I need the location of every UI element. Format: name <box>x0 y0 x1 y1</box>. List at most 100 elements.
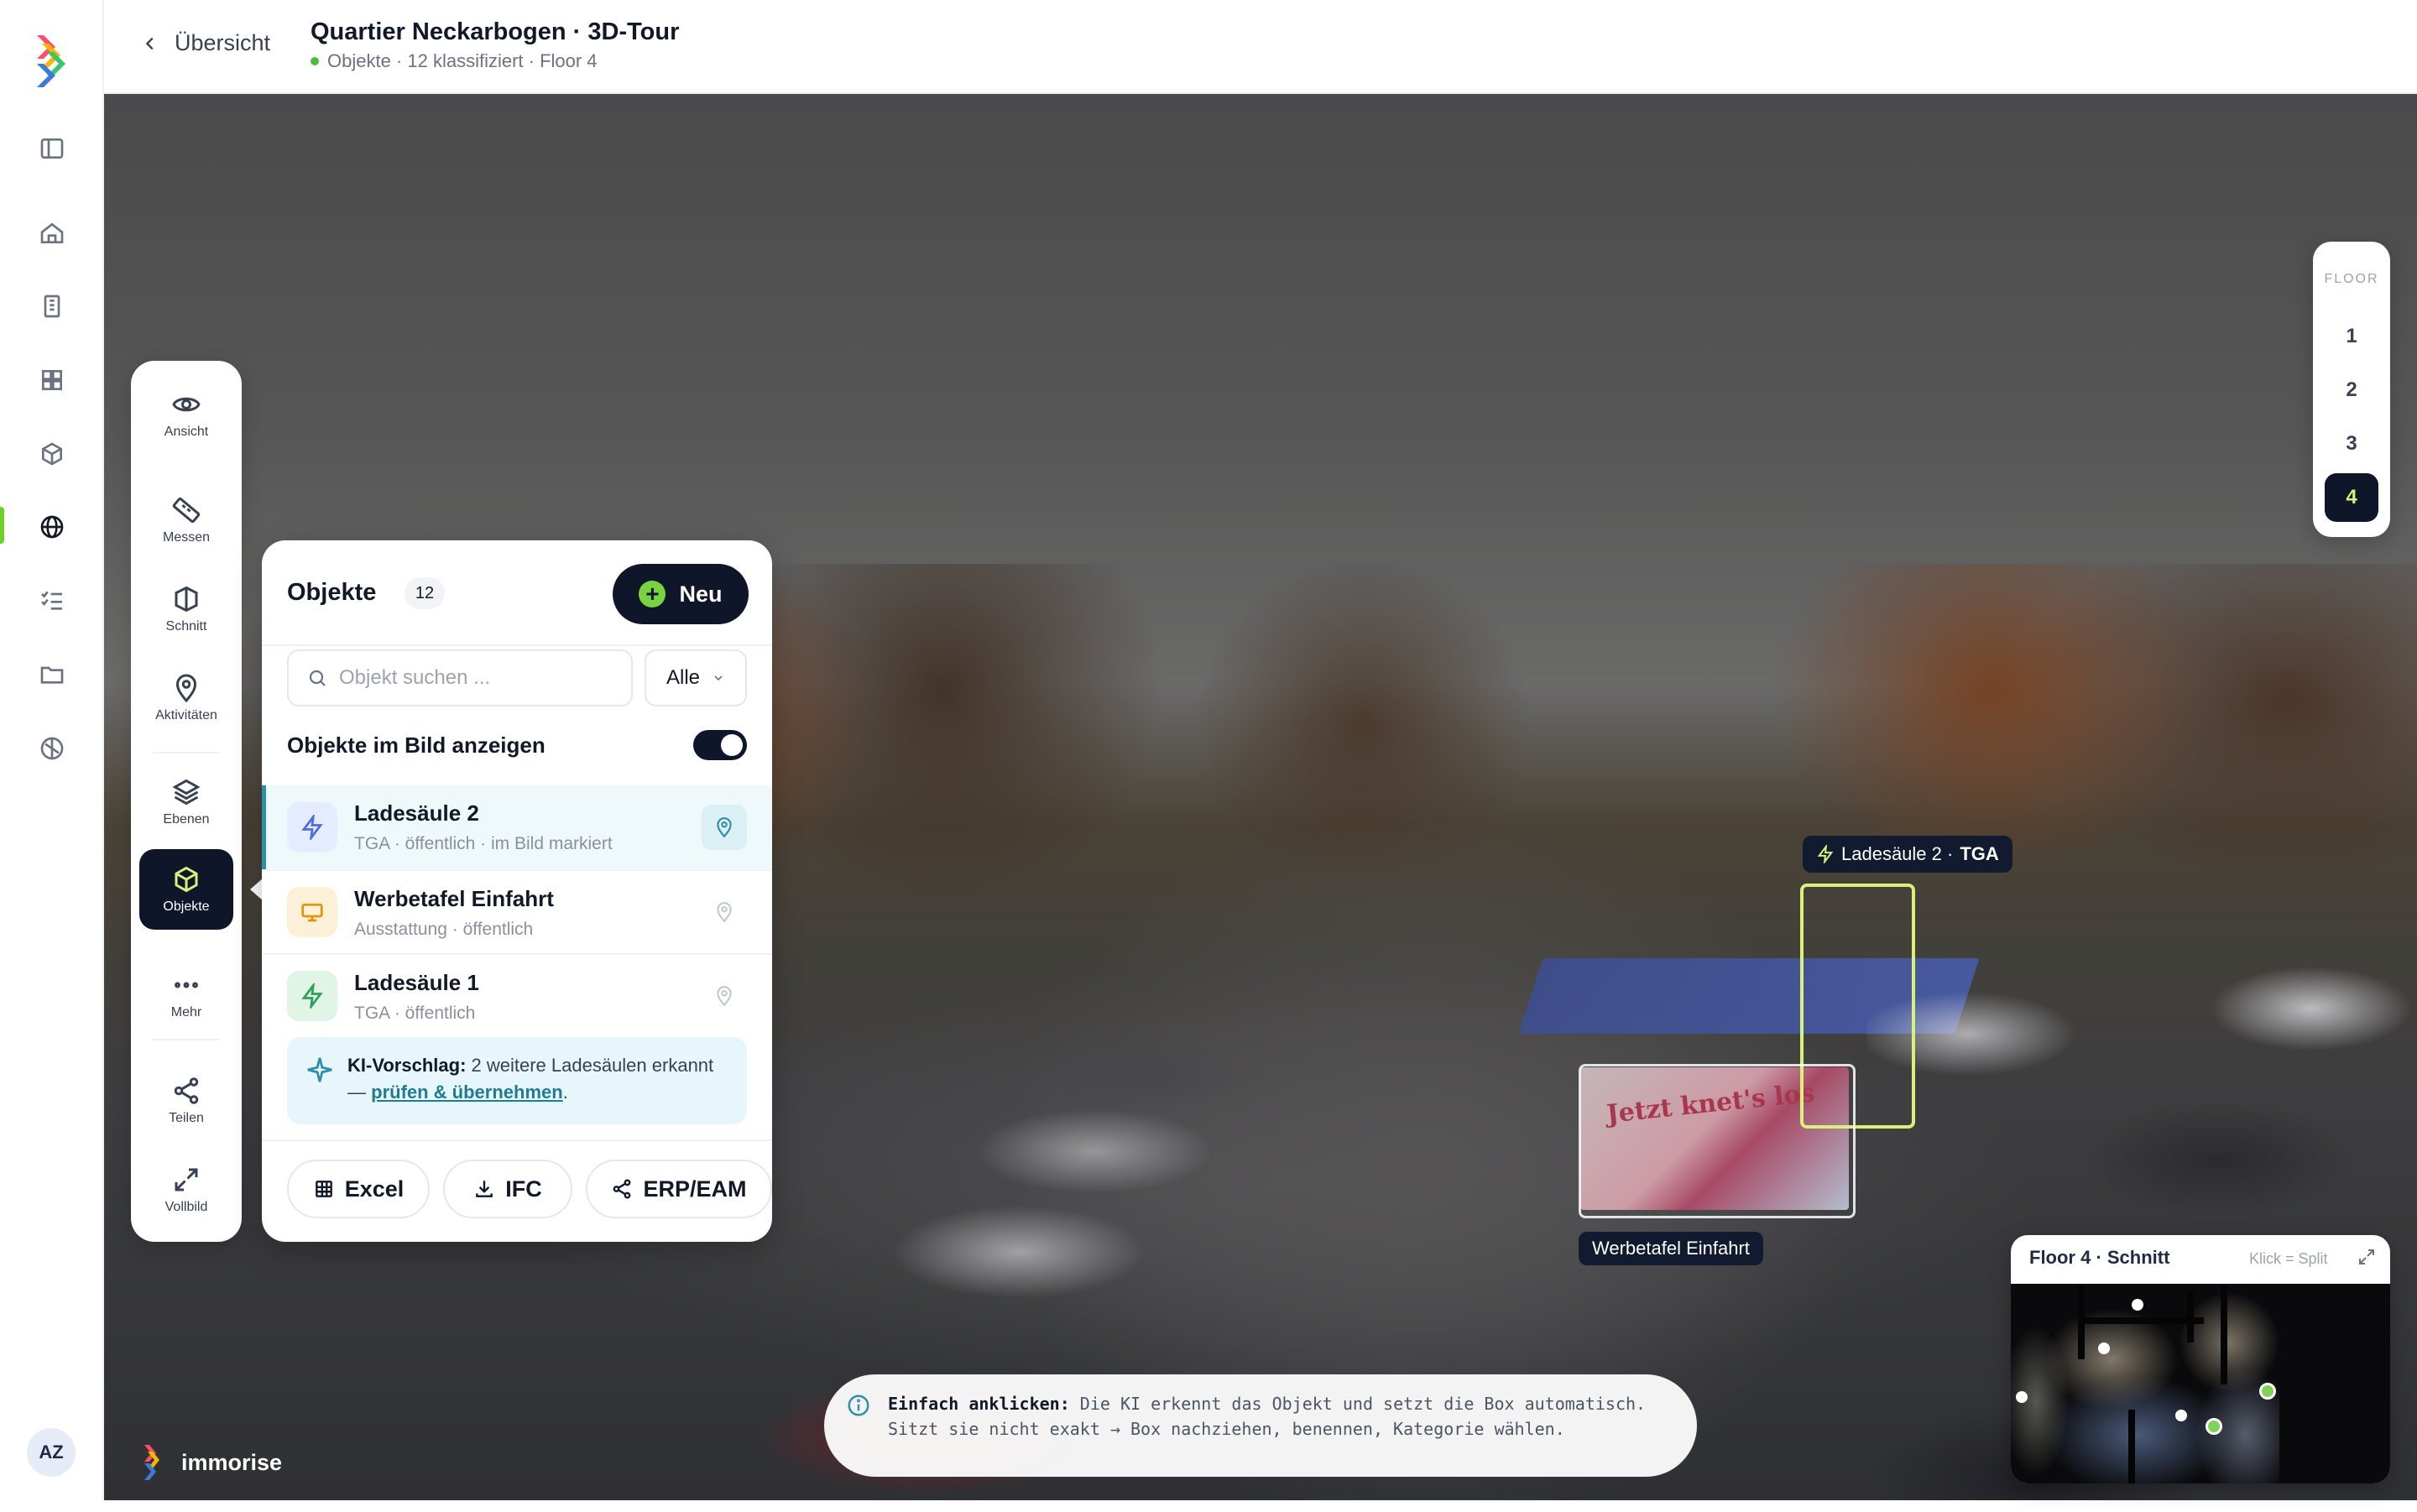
back-link[interactable]: Übersicht <box>141 30 270 56</box>
search-icon <box>309 670 326 686</box>
bolt-icon <box>1817 845 1834 863</box>
cube-icon <box>175 866 198 893</box>
logo-icon <box>37 35 65 87</box>
chevron-left-icon <box>145 37 154 50</box>
search-field[interactable] <box>287 649 633 706</box>
locate-pin-icon[interactable] <box>702 805 747 850</box>
new-object-button[interactable]: + Neu <box>613 564 749 624</box>
chevron-down-icon <box>714 675 723 681</box>
billboard-icon <box>287 887 337 937</box>
pin-icon <box>175 674 197 703</box>
tool-mehr[interactable]: Mehr <box>139 955 233 1035</box>
globe-icon[interactable] <box>34 508 70 545</box>
list-item[interactable]: Werbetafel Einfahrt Ausstattung · öffent… <box>262 869 772 953</box>
tag-category: TGA <box>1960 843 1999 864</box>
floor-button-3[interactable]: 3 <box>2325 420 2378 468</box>
tool-ebenen[interactable]: Ebenen <box>139 762 233 842</box>
expand-icon[interactable] <box>2357 1247 2378 1269</box>
panel-divider <box>262 644 772 646</box>
top-bar: Übersicht Quartier Neckarbogen · 3D-Tour… <box>104 0 2417 94</box>
detection-tag-werbetafel[interactable]: Werbetafel Einfahrt <box>1579 1232 1763 1265</box>
floorplan-wall <box>2128 1410 2135 1483</box>
scan-point[interactable] <box>2016 1391 2028 1403</box>
floor-button-2[interactable]: 2 <box>2325 366 2378 414</box>
tool-schnitt[interactable]: Schnitt <box>139 569 233 649</box>
tool-teilen[interactable]: Teilen <box>139 1061 233 1141</box>
minimap[interactable]: Floor 4 · Schnitt Klick = Split <box>2011 1235 2390 1483</box>
floor-button-4[interactable]: 4 <box>2325 473 2378 522</box>
tool-divider <box>153 1039 220 1040</box>
share-icon <box>174 1077 199 1104</box>
item-meta: TGA · öffentlich <box>354 1004 476 1023</box>
tool-messen[interactable]: Messen <box>139 480 233 560</box>
fullscreen-icon <box>175 1168 198 1191</box>
usage-hint: Einfach anklicken: Die KI erkennt das Ob… <box>824 1374 1697 1477</box>
tool-divider <box>153 752 220 753</box>
plus-icon: + <box>639 581 666 607</box>
export-ifc-button[interactable]: IFC <box>443 1160 572 1218</box>
current-position-dot[interactable] <box>2259 1383 2276 1400</box>
list-item[interactable]: Ladesäule 1 TGA · öffentlich <box>262 953 772 1037</box>
ai-review-link[interactable]: prüfen & übernehmen <box>371 1082 563 1103</box>
tool-vollbild[interactable]: Vollbild <box>139 1150 233 1230</box>
filter-dropdown[interactable]: Alle <box>645 649 747 706</box>
tool-objekte[interactable]: Objekte <box>139 849 233 930</box>
scan-point[interactable] <box>2098 1343 2110 1354</box>
show-objects-toggle[interactable] <box>693 730 747 760</box>
folder-icon[interactable] <box>34 656 70 693</box>
more-icon <box>175 982 198 988</box>
tool-aktivitaeten[interactable]: Aktivitäten <box>139 658 233 738</box>
network-icon[interactable] <box>34 730 70 767</box>
search-input[interactable] <box>339 666 616 690</box>
eye-icon <box>172 397 201 412</box>
building-icon[interactable] <box>34 288 70 325</box>
tool-label: Teilen <box>169 1111 204 1125</box>
sidebar-toggle-icon[interactable] <box>34 130 70 167</box>
export-erp-button[interactable]: ERP/EAM <box>586 1160 772 1218</box>
panel-divider <box>262 1139 772 1141</box>
brand-watermark: immorise <box>144 1445 282 1480</box>
ai-tail: . <box>562 1082 568 1103</box>
section-icon <box>175 586 198 613</box>
export-label: IFC <box>505 1176 542 1202</box>
scan-point[interactable] <box>2175 1410 2187 1421</box>
bolt-icon <box>287 971 337 1021</box>
floorplan-wall <box>2187 1292 2194 1343</box>
floor-selector: FLOOR 1 2 3 4 <box>2313 242 2390 537</box>
detection-box-werbetafel[interactable] <box>1579 1064 1856 1218</box>
list-item[interactable]: Ladesäule 2 TGA · öffentlich · im Bild m… <box>262 785 772 869</box>
item-meta: Ausstattung · öffentlich <box>354 920 534 939</box>
main-navigation: AZ <box>0 0 104 1500</box>
minimap-hint: Klick = Split <box>2249 1250 2328 1267</box>
cube-icon[interactable] <box>34 435 70 472</box>
ai-suggestion: KI-Vorschlag: 2 weitere Ladesäulen erkan… <box>287 1037 747 1124</box>
layers-icon <box>172 779 201 806</box>
tool-label: Schnitt <box>165 619 207 633</box>
brand-name: immorise <box>181 1449 283 1475</box>
avatar[interactable]: AZ <box>27 1428 76 1477</box>
hint-lead: Einfach anklicken: <box>888 1394 1070 1414</box>
floorplan-wall <box>2078 1317 2204 1324</box>
current-position-dot[interactable] <box>2206 1418 2222 1435</box>
grid-icon[interactable] <box>34 362 70 399</box>
ai-lead: KI-Vorschlag: <box>347 1055 467 1076</box>
export-excel-button[interactable]: Excel <box>287 1160 430 1218</box>
home-icon[interactable] <box>34 215 70 252</box>
filter-value: Alle <box>666 666 701 689</box>
detection-tag-ladesaeule-2[interactable]: Ladesäule 2 · TGA <box>1803 836 2012 873</box>
locate-pin-icon[interactable] <box>702 889 747 935</box>
export-label: Excel <box>344 1176 405 1202</box>
floor-button-1[interactable]: 1 <box>2325 312 2378 361</box>
checklist-icon[interactable] <box>34 582 70 619</box>
panel-title: Objekte <box>287 579 377 606</box>
scan-point[interactable] <box>2132 1299 2143 1311</box>
bolt-icon <box>287 802 337 852</box>
floorplan-section[interactable] <box>2011 1284 2390 1483</box>
locate-pin-icon[interactable] <box>702 973 747 1019</box>
tool-label: Aktivitäten <box>155 708 217 722</box>
tool-ansicht[interactable]: Ansicht <box>139 374 233 455</box>
tool-label: Objekte <box>163 899 210 914</box>
tool-label: Messen <box>162 530 211 545</box>
floorplan-wall <box>2221 1284 2227 1384</box>
table-icon <box>315 1181 332 1197</box>
